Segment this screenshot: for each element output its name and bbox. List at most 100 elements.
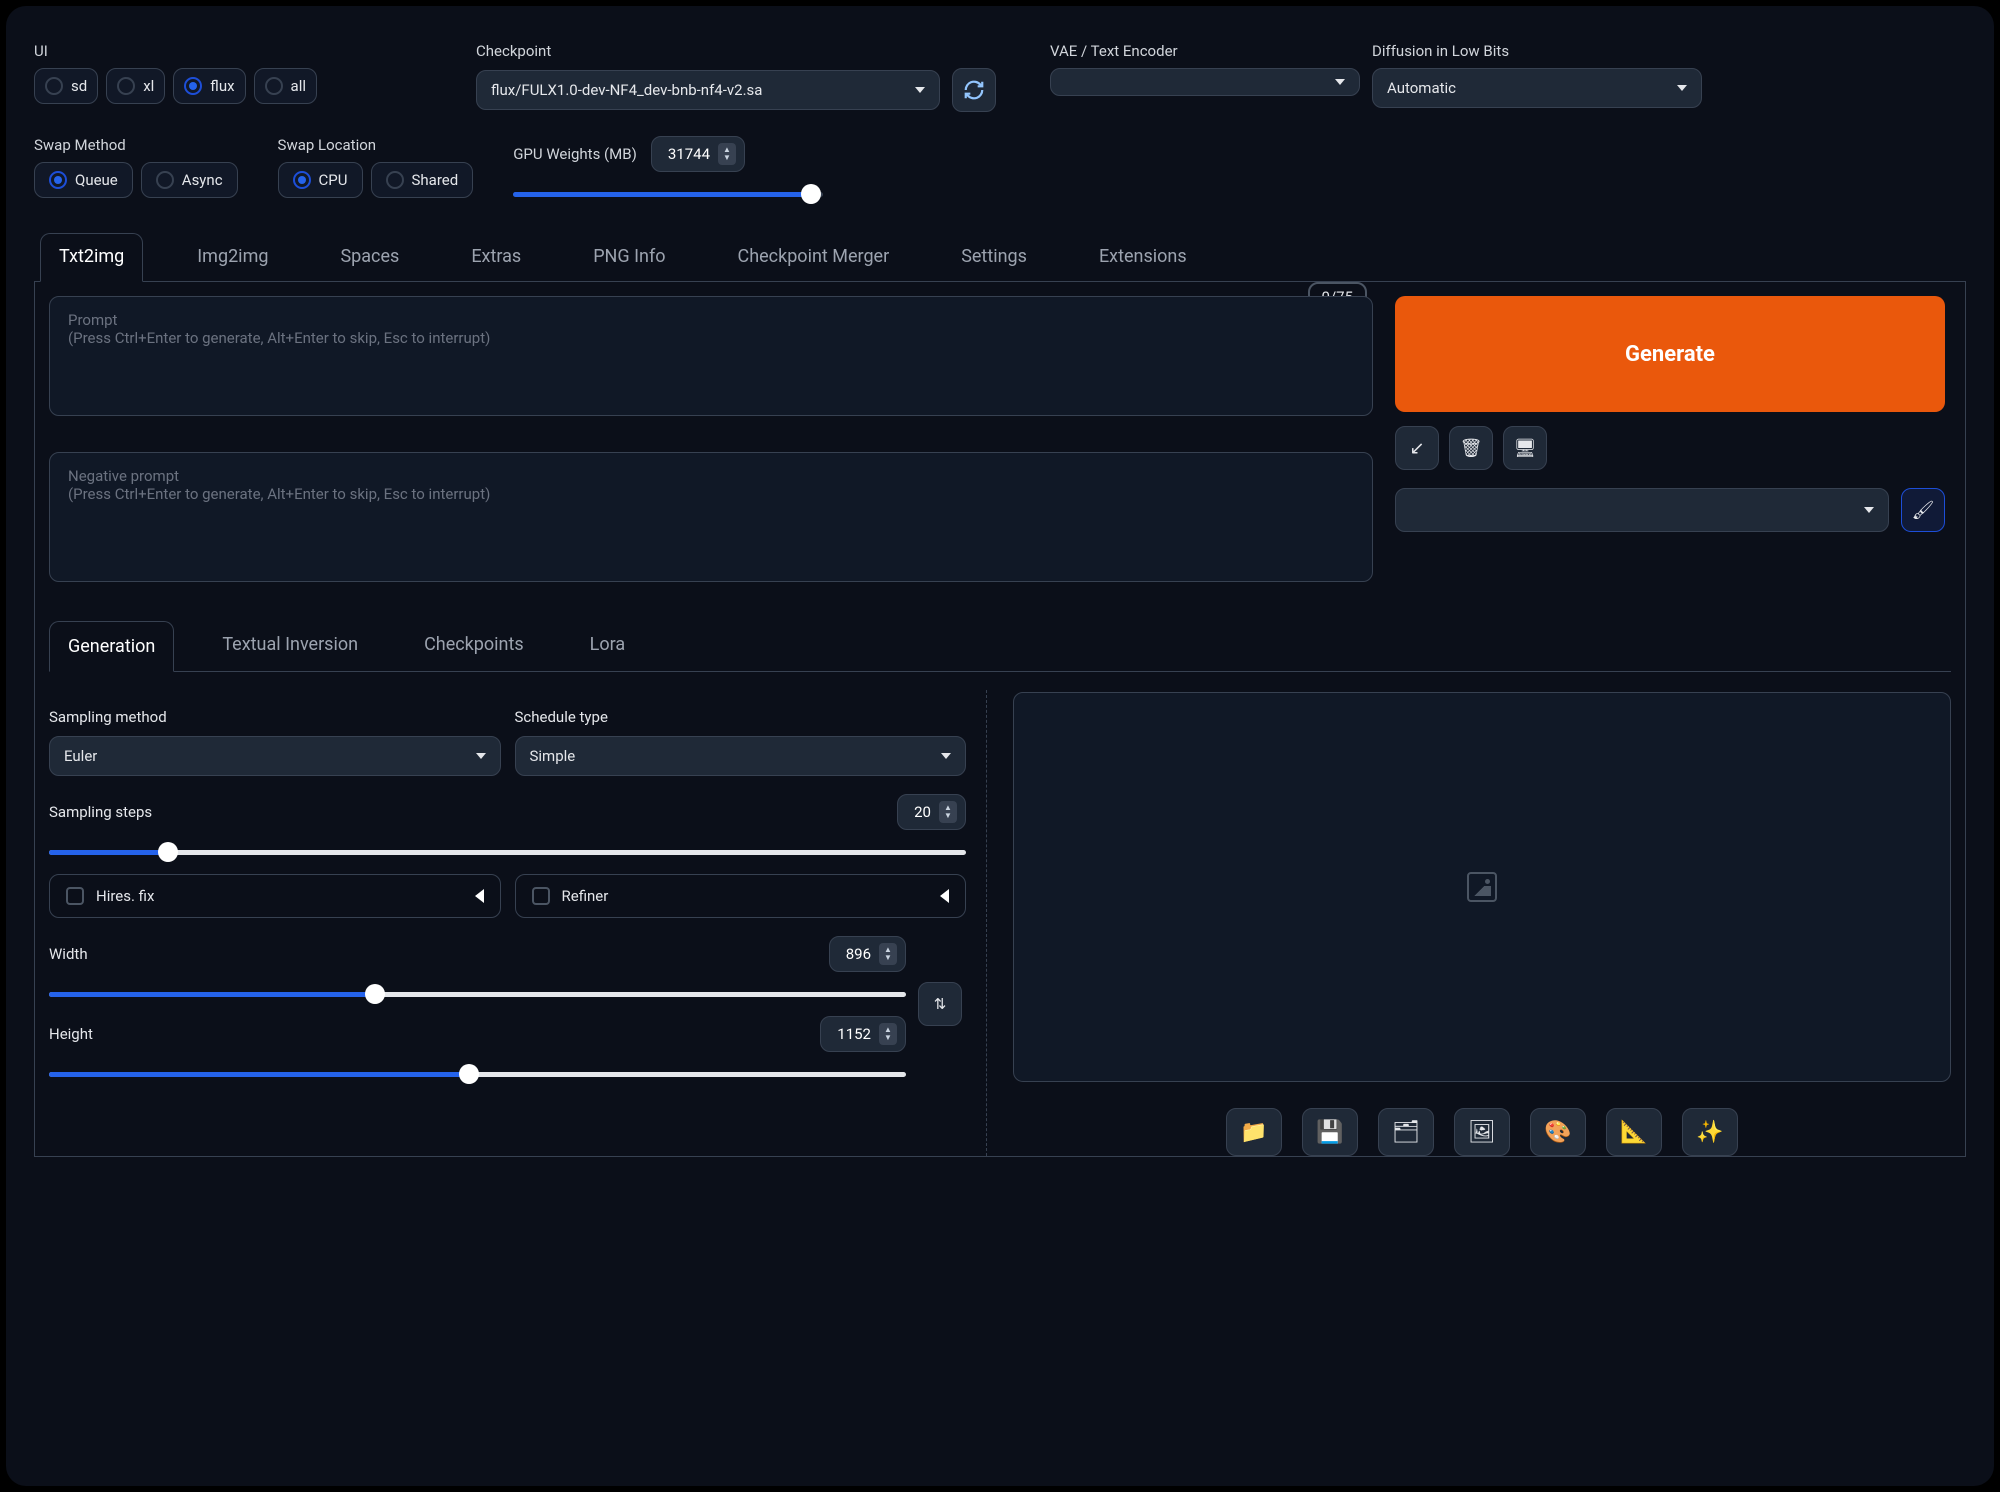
- ui-label: UI: [34, 42, 464, 60]
- height-input[interactable]: 1152▲▼: [820, 1016, 906, 1052]
- width-label: Width: [49, 945, 88, 963]
- height-slider[interactable]: [49, 1068, 906, 1078]
- swap-method-queue[interactable]: Queue: [34, 162, 133, 198]
- triangle-left-icon: [475, 889, 484, 903]
- swap-location-field: Swap Location CPU Shared: [278, 136, 474, 198]
- swap-location-cpu[interactable]: CPU: [278, 162, 363, 198]
- diffusion-label: Diffusion in Low Bits: [1372, 42, 1702, 60]
- open-folder-button[interactable]: 📁: [1226, 1108, 1282, 1156]
- ui-option-sd[interactable]: sd: [34, 68, 98, 104]
- checkpoint-field: Checkpoint flux/FULX1.0-dev-NF4_dev-bnb-…: [476, 42, 996, 112]
- tab-img2img[interactable]: Img2img: [179, 234, 286, 281]
- hires-fix-toggle[interactable]: Hires. fix: [49, 874, 501, 918]
- width-input[interactable]: 896▲▼: [829, 936, 906, 972]
- frame-icon: 🖥: [1514, 438, 1537, 459]
- diffusion-select[interactable]: Automatic: [1372, 68, 1702, 108]
- swap-dimensions-button[interactable]: ⇅: [918, 982, 962, 1026]
- clear-button[interactable]: 🗑: [1449, 426, 1493, 470]
- zip-button[interactable]: 🗂: [1378, 1108, 1434, 1156]
- send-img2img-button[interactable]: 🖼: [1454, 1108, 1510, 1156]
- ruler-icon: 📐: [1620, 1120, 1647, 1145]
- generate-button[interactable]: Generate: [1395, 296, 1945, 412]
- swap-icon: ⇅: [934, 995, 947, 1013]
- prompt-input[interactable]: Prompt (Press Ctrl+Enter to generate, Al…: [49, 296, 1373, 416]
- picture-icon: 🖼: [1468, 1120, 1496, 1145]
- styles-select[interactable]: [1395, 488, 1889, 532]
- subtab-textual-inversion[interactable]: Textual Inversion: [204, 620, 376, 671]
- show-image-button[interactable]: 🖥: [1503, 426, 1547, 470]
- height-label: Height: [49, 1025, 93, 1043]
- edit-styles-button[interactable]: 🖌: [1901, 488, 1945, 532]
- sampling-method-label: Sampling method: [49, 708, 501, 726]
- sampling-method-select[interactable]: Euler: [49, 736, 501, 776]
- floppy-icon: 💾: [1316, 1120, 1343, 1145]
- vae-label: VAE / Text Encoder: [1050, 42, 1360, 60]
- swap-method-label: Swap Method: [34, 136, 238, 154]
- save-button[interactable]: 💾: [1302, 1108, 1358, 1156]
- arrow-down-left-icon: ↙: [1409, 438, 1424, 459]
- vae-select[interactable]: [1050, 68, 1360, 96]
- swap-method-async[interactable]: Async: [141, 162, 238, 198]
- chevron-down-icon: [1864, 507, 1874, 513]
- archive-icon: 🗂: [1392, 1120, 1420, 1145]
- subtab-lora[interactable]: Lora: [572, 620, 644, 671]
- sparkle-icon: ✨: [1696, 1120, 1723, 1145]
- schedule-type-select[interactable]: Simple: [515, 736, 967, 776]
- gpu-weights-slider[interactable]: [513, 188, 823, 198]
- number-stepper-icon[interactable]: ▲▼: [879, 1023, 897, 1045]
- subtab-checkpoints[interactable]: Checkpoints: [406, 620, 542, 671]
- swap-location-label: Swap Location: [278, 136, 474, 154]
- number-stepper-icon[interactable]: ▲▼: [879, 943, 897, 965]
- vae-field: VAE / Text Encoder: [1050, 42, 1360, 96]
- refresh-icon: [963, 79, 985, 101]
- palette-icon: 🎨: [1544, 1120, 1571, 1145]
- image-placeholder-icon: [1467, 872, 1497, 902]
- number-stepper-icon[interactable]: ▲▼: [718, 143, 736, 165]
- width-slider[interactable]: [49, 988, 906, 998]
- chevron-down-icon: [476, 753, 486, 759]
- brush-icon: 🖌: [1912, 500, 1935, 521]
- tab-spaces[interactable]: Spaces: [322, 234, 417, 281]
- checkbox-icon: [66, 887, 84, 905]
- ui-option-all[interactable]: all: [254, 68, 317, 104]
- send-extras-button[interactable]: 📐: [1606, 1108, 1662, 1156]
- trash-icon: 🗑: [1460, 438, 1483, 459]
- chevron-down-icon: [1677, 85, 1687, 91]
- checkbox-icon: [532, 887, 550, 905]
- subtab-generation[interactable]: Generation: [49, 621, 174, 672]
- gen-sub-tabs: Generation Textual Inversion Checkpoints…: [49, 620, 1951, 672]
- swap-method-field: Swap Method Queue Async: [34, 136, 238, 198]
- tab-settings[interactable]: Settings: [943, 234, 1045, 281]
- arrow-button[interactable]: ↙: [1395, 426, 1439, 470]
- sampling-steps-input[interactable]: 20▲▼: [897, 794, 966, 830]
- send-inpaint-button[interactable]: 🎨: [1530, 1108, 1586, 1156]
- tab-extensions[interactable]: Extensions: [1081, 234, 1205, 281]
- schedule-type-label: Schedule type: [515, 708, 967, 726]
- tab-txt2img[interactable]: Txt2img: [40, 233, 143, 282]
- tab-pnginfo[interactable]: PNG Info: [575, 234, 683, 281]
- checkpoint-select[interactable]: flux/FULX1.0-dev-NF4_dev-bnb-nf4-v2.sa: [476, 70, 940, 110]
- diffusion-field: Diffusion in Low Bits Automatic: [1372, 42, 1702, 108]
- main-tabs: Txt2img Img2img Spaces Extras PNG Info C…: [34, 232, 1966, 282]
- checkpoint-label: Checkpoint: [476, 42, 996, 60]
- output-preview: [1013, 692, 1951, 1082]
- chevron-down-icon: [915, 87, 925, 93]
- ui-option-xl[interactable]: xl: [106, 68, 165, 104]
- swap-location-shared[interactable]: Shared: [371, 162, 474, 198]
- ui-option-flux[interactable]: flux: [173, 68, 245, 104]
- chevron-down-icon: [941, 753, 951, 759]
- triangle-left-icon: [940, 889, 949, 903]
- gpu-weights-label: GPU Weights (MB): [513, 145, 637, 163]
- checkpoint-refresh-button[interactable]: [952, 68, 996, 112]
- tab-extras[interactable]: Extras: [453, 234, 539, 281]
- upscale-button[interactable]: ✨: [1682, 1108, 1738, 1156]
- refiner-toggle[interactable]: Refiner: [515, 874, 967, 918]
- gpu-weights-input[interactable]: 31744 ▲▼: [651, 136, 745, 172]
- negative-prompt-input[interactable]: Negative prompt (Press Ctrl+Enter to gen…: [49, 452, 1373, 582]
- folder-icon: 📁: [1240, 1120, 1267, 1145]
- tab-checkpoint-merger[interactable]: Checkpoint Merger: [719, 234, 907, 281]
- sampling-steps-label: Sampling steps: [49, 803, 152, 821]
- sampling-steps-slider[interactable]: [49, 846, 966, 856]
- ui-field: UI sd xl flux all: [34, 42, 464, 104]
- number-stepper-icon[interactable]: ▲▼: [939, 801, 957, 823]
